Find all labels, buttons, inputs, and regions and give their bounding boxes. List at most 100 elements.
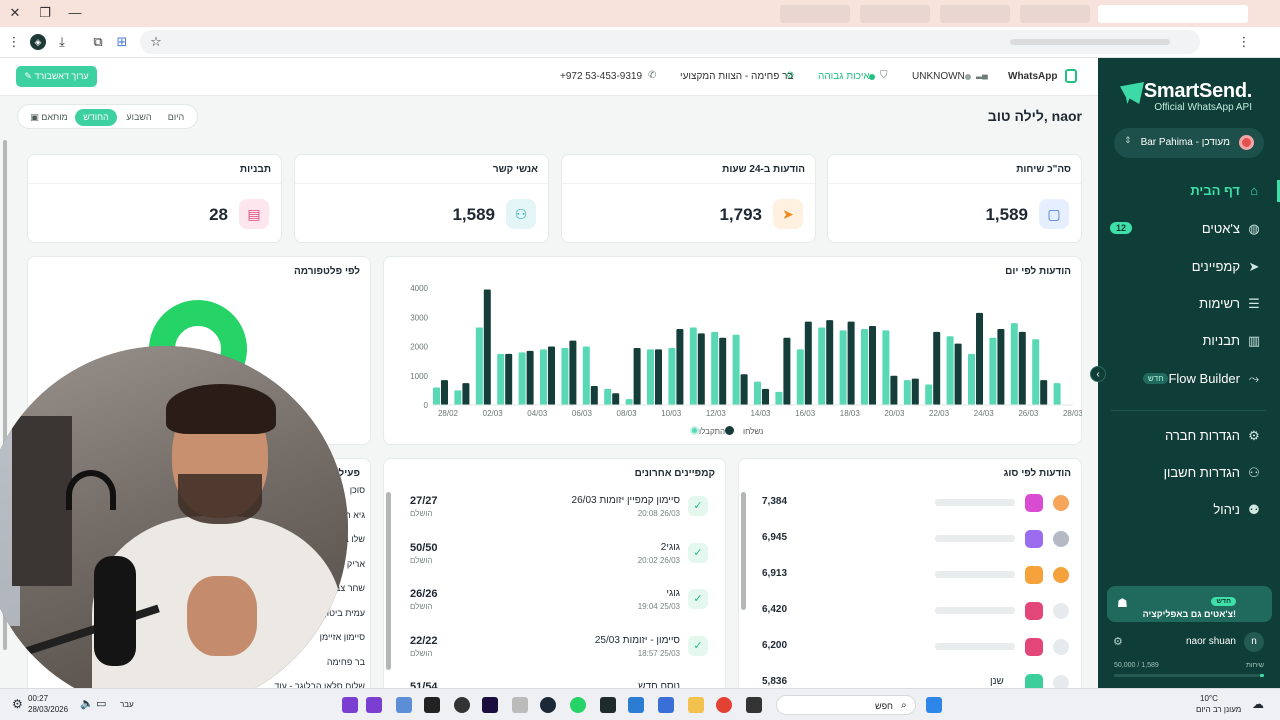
- bar-sent[interactable]: [1032, 339, 1040, 405]
- bar-sent[interactable]: [775, 391, 783, 405]
- bar-received[interactable]: [676, 328, 684, 405]
- chrome-icon[interactable]: [716, 697, 732, 713]
- browser-tab[interactable]: [780, 5, 850, 23]
- bar-sent[interactable]: [518, 352, 526, 405]
- bar-received[interactable]: [954, 343, 962, 405]
- workspace-selector[interactable]: Bar Pahima - מעודכן ⇕: [1114, 128, 1264, 158]
- bar-received[interactable]: [783, 337, 791, 405]
- sidebar-item-6[interactable]: ⚙ הגדרות חברה: [1098, 423, 1280, 449]
- bar-received[interactable]: [548, 346, 555, 406]
- bar-received[interactable]: [997, 328, 1005, 405]
- bar-sent[interactable]: [689, 327, 697, 405]
- bar-sent[interactable]: [561, 347, 569, 405]
- bar-received[interactable]: [976, 312, 983, 405]
- browser-tab-active[interactable]: [1098, 5, 1248, 23]
- file-explorer-icon[interactable]: [688, 697, 704, 713]
- bar-sent[interactable]: [1010, 323, 1018, 405]
- bar-received[interactable]: [869, 326, 876, 405]
- steam-icon[interactable]: [540, 697, 556, 713]
- period-week[interactable]: השבוע: [120, 109, 158, 126]
- app-icon[interactable]: [658, 697, 674, 713]
- bar-received[interactable]: [441, 380, 448, 405]
- download-icon[interactable]: ⤓: [54, 34, 70, 50]
- browser-tab[interactable]: [1020, 5, 1090, 23]
- minimize-window-icon[interactable]: —: [66, 5, 84, 21]
- language-indicator[interactable]: עבר: [120, 700, 134, 709]
- taskbar-search[interactable]: חפש ⌕: [776, 695, 916, 715]
- bar-received[interactable]: [655, 349, 662, 405]
- address-bar[interactable]: ☆: [140, 30, 1200, 54]
- settings-tray-icon[interactable]: ⚙: [12, 697, 28, 713]
- bar-received[interactable]: [847, 321, 855, 405]
- bar-received[interactable]: [804, 321, 812, 405]
- volume-icon[interactable]: 🔈: [80, 697, 96, 713]
- app-icon[interactable]: [366, 697, 382, 713]
- vpn-icon[interactable]: ◈: [30, 34, 46, 50]
- bar-received[interactable]: [697, 333, 705, 405]
- sidebar-item-4[interactable]: ▥ תבניות: [1098, 328, 1280, 354]
- sidebar-item-2[interactable]: ➤ קמפיינים: [1098, 254, 1280, 280]
- sidebar-item-8[interactable]: ⚉ ניהול: [1098, 497, 1280, 523]
- sidebar-item-5[interactable]: ⤳ חדש Flow Builder: [1098, 366, 1280, 392]
- bar-received[interactable]: [762, 388, 769, 405]
- bar-received[interactable]: [633, 347, 641, 405]
- bar-received[interactable]: [911, 378, 919, 405]
- browser-menu-icon[interactable]: ⋮: [1236, 34, 1252, 50]
- bar-received[interactable]: [462, 383, 470, 405]
- period-custom[interactable]: ▣ מותאם: [26, 109, 72, 126]
- bar-sent[interactable]: [497, 353, 505, 405]
- whatsapp-taskbar-icon[interactable]: [570, 697, 586, 713]
- bar-sent[interactable]: [946, 336, 954, 405]
- extension-icon[interactable]: ⧉: [90, 34, 106, 50]
- network-icon[interactable]: ▭: [96, 697, 112, 713]
- premiere-icon[interactable]: [482, 697, 498, 713]
- bar-sent[interactable]: [925, 384, 933, 405]
- app-icon[interactable]: [454, 697, 470, 713]
- edit-dashboard-button[interactable]: ✎ ערוך דאשבורד: [16, 66, 97, 87]
- period-today[interactable]: היום: [161, 109, 191, 126]
- app-promo-banner[interactable]: ☗ חדש צ'אטים גם באפליקציה!: [1107, 586, 1272, 622]
- bar-sent[interactable]: [989, 337, 997, 405]
- bar-sent[interactable]: [540, 349, 547, 405]
- app-icon[interactable]: [342, 697, 358, 713]
- bar-received[interactable]: [505, 353, 513, 405]
- campaign-scrollbar[interactable]: [386, 492, 391, 670]
- bar-sent[interactable]: [818, 327, 826, 405]
- sidebar-item-0[interactable]: ⌂ דף הבית: [1098, 178, 1280, 204]
- translate-icon[interactable]: ⊞: [114, 34, 130, 50]
- bar-sent[interactable]: [968, 353, 975, 405]
- calculator-icon[interactable]: [512, 697, 528, 713]
- bar-received[interactable]: [526, 350, 534, 405]
- app-icon[interactable]: [424, 697, 440, 713]
- browser-tab[interactable]: [940, 5, 1010, 23]
- bar-received[interactable]: [826, 320, 834, 405]
- period-month[interactable]: החודש: [75, 109, 117, 126]
- app-icon[interactable]: [746, 697, 762, 713]
- bar-sent[interactable]: [582, 346, 590, 406]
- bar-received[interactable]: [590, 385, 598, 405]
- app-icon[interactable]: [600, 697, 616, 713]
- close-window-icon[interactable]: ✕: [6, 5, 24, 21]
- sidebar-item-7[interactable]: ⚇ הגדרות חשבון: [1098, 460, 1280, 486]
- outlook-icon[interactable]: [628, 697, 644, 713]
- collapse-sidebar-button[interactable]: ‹: [1090, 366, 1106, 382]
- bar-sent[interactable]: [454, 390, 462, 405]
- bar-sent[interactable]: [732, 334, 740, 405]
- bar-sent[interactable]: [839, 330, 847, 405]
- bar-received[interactable]: [1040, 380, 1048, 405]
- bar-sent[interactable]: [882, 330, 890, 405]
- sidebar-item-1[interactable]: ◍ צ'אטים 12: [1098, 216, 1280, 242]
- bar-sent[interactable]: [647, 349, 654, 405]
- bar-sent[interactable]: [903, 380, 911, 405]
- gear-icon[interactable]: ⚙: [1113, 635, 1123, 648]
- browser-tab[interactable]: [860, 5, 930, 23]
- windows-start-icon[interactable]: [926, 697, 942, 713]
- bar-received[interactable]: [569, 340, 577, 405]
- bar-received[interactable]: [933, 331, 941, 405]
- restore-window-icon[interactable]: ❐: [36, 5, 54, 21]
- bar-sent[interactable]: [433, 387, 440, 405]
- star-icon[interactable]: ☆: [148, 34, 164, 50]
- bar-sent[interactable]: [625, 399, 633, 405]
- bar-sent[interactable]: [668, 347, 676, 405]
- sidebar-item-3[interactable]: ☰ רשימות: [1098, 291, 1280, 317]
